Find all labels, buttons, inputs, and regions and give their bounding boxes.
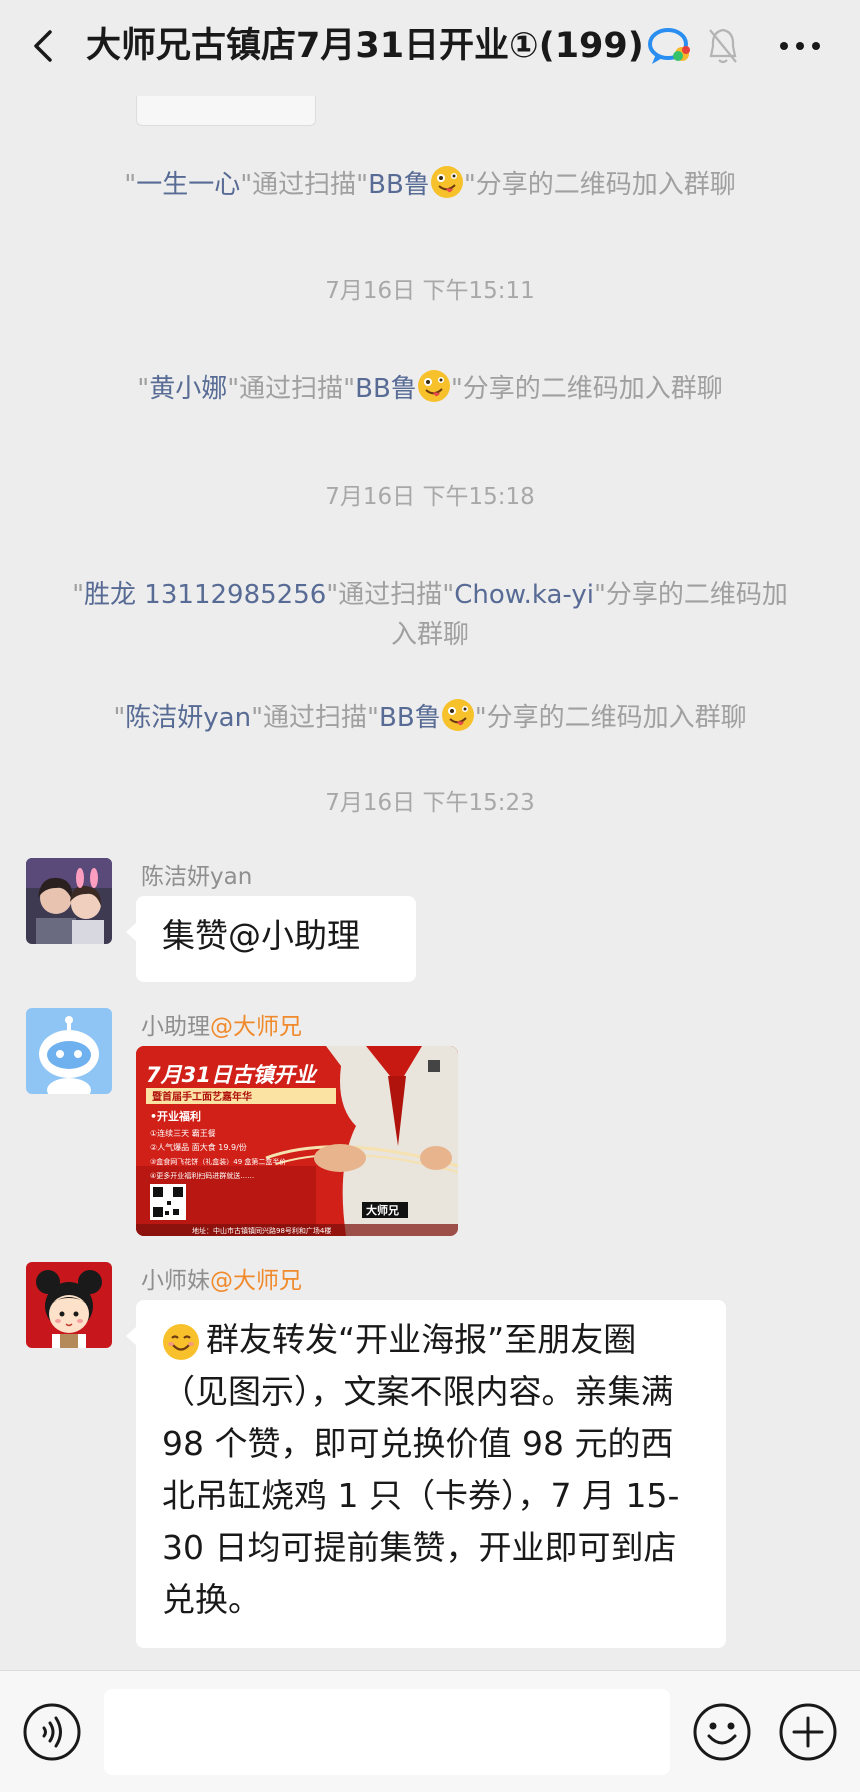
member-name-link[interactable]: 陈洁妍yan (125, 703, 251, 733)
avatar[interactable] (26, 1262, 112, 1348)
sharer-name-link[interactable]: BB鲁 (368, 170, 430, 200)
sender-name: 小师妹@大师兄 (141, 1268, 302, 1294)
emoji-picker-icon[interactable] (692, 1702, 752, 1762)
system-notice: "胜龙 13112985256"通过扫描"Chow.ka-yi"分享的二维码加入… (72, 580, 788, 650)
sharer-name-link[interactable]: BB鲁 (379, 703, 441, 733)
timestamp: 7月16日 下午15:18 (325, 484, 535, 510)
chat-header: 大师兄古镇店7月31日开业①(199) (0, 0, 860, 96)
poster-item: ②人气爆品 面大食 19.9/份 (150, 1142, 247, 1152)
poster-image[interactable]: 7月31日古镇开业 暨首届手工面艺嘉年华 •开业福利 ①连续三天 霸王餐 ②人气… (136, 1046, 458, 1236)
crazy-face-emoji-icon (441, 699, 474, 731)
message-bubble[interactable]: 群友转发“开业海报”至朋友圈（见图示），文案不限内容。亲集满 98 个赞，即可兑… (126, 1300, 726, 1648)
input-bar (0, 1670, 860, 1792)
message-input[interactable] (104, 1689, 670, 1775)
crazy-face-emoji-icon (417, 370, 450, 402)
poster-item: ④更多开业福利扫码进群就送…… (150, 1171, 254, 1180)
poster-subhead: 暨首届手工面艺嘉年华 (152, 1090, 252, 1103)
avatar[interactable] (26, 858, 112, 944)
sharer-name-link[interactable]: Chow.ka-yi (454, 580, 594, 610)
more-options-icon[interactable] (776, 30, 824, 62)
poster-section: •开业福利 (150, 1109, 201, 1123)
message-bubble[interactable]: 集赞@小助理 (126, 896, 416, 982)
crazy-face-emoji-icon (430, 166, 463, 198)
system-notice: "陈洁妍yan"通过扫描"BB鲁 "分享的二维码加入群聊 (60, 698, 800, 738)
back-arrow-icon[interactable] (22, 24, 66, 68)
cartoon-girl-avatar-icon (26, 1262, 112, 1348)
smiling-face-emoji-icon (163, 1324, 199, 1360)
poster-brand: 大师兄 (366, 1203, 399, 1217)
poster-item: ③盒食网飞花饼（礼盒装）49 盒第二盒半价 (150, 1157, 286, 1166)
member-name-link[interactable]: 胜龙 13112985256 (84, 580, 326, 610)
sender-name: 小助理@大师兄 (141, 1014, 302, 1040)
timestamp: 7月16日 下午15:11 (325, 278, 535, 304)
member-name-link[interactable]: 黄小娜 (149, 374, 227, 404)
timestamp: 7月16日 下午15:23 (325, 790, 535, 816)
mute-bell-icon (709, 28, 737, 64)
photo-avatar-icon (26, 858, 112, 944)
chat-timeline[interactable]: "一生一心"通过扫描"BB鲁 "分享的二维码加入群聊 7月16日 下午15:11 … (0, 0, 860, 1670)
group-chat-bubble-icon[interactable] (646, 24, 694, 68)
sender-name: 陈洁妍yan (141, 864, 253, 890)
avatar[interactable] (26, 1008, 112, 1094)
member-name-link[interactable]: 一生一心 (136, 170, 240, 200)
poster-item: ①连续三天 霸王餐 (150, 1128, 216, 1138)
poster-graphic: 7月31日古镇开业 暨首届手工面艺嘉年华 •开业福利 ①连续三天 霸王餐 ②人气… (136, 1046, 458, 1236)
voice-input-icon[interactable] (22, 1702, 82, 1762)
poster-address: 地址：中山市古镇镇同兴路98号利和广场4楼 (192, 1226, 331, 1235)
add-attachment-icon[interactable] (778, 1702, 838, 1762)
system-notice: "一生一心"通过扫描"BB鲁 "分享的二维码加入群聊 (60, 165, 800, 205)
robot-avatar-icon (26, 1008, 112, 1094)
chat-title: 大师兄古镇店7月31日开业①(199) (86, 26, 644, 66)
message-text: 群友转发“开业海报”至朋友圈（见图示），文案不限内容。亲集满 98 个赞，即可兑… (162, 1320, 680, 1619)
sharer-name-link[interactable]: BB鲁 (355, 374, 417, 404)
poster-headline: 7月31日古镇开业 (146, 1063, 318, 1087)
system-notice: "黄小娜"通过扫描"BB鲁 "分享的二维码加入群聊 (60, 369, 800, 409)
